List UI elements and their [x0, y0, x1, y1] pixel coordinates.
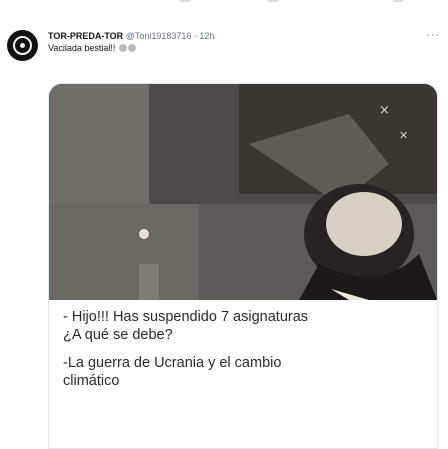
- tweet-text: Vacilada bestial!!: [48, 42, 136, 54]
- svg-text:×: ×: [379, 103, 390, 118]
- caption-line: -La guerra de Ucrania y el cambio: [63, 355, 282, 371]
- more-options-icon[interactable]: ···: [426, 29, 440, 41]
- caption-line: climático: [63, 373, 120, 389]
- media-image[interactable]: × ✕ - Hijo!!! Has suspendido 7 asignatur…: [48, 83, 438, 449]
- laughing-emoji-icon: [127, 44, 136, 52]
- caption-line: ¿A qué se debe?: [63, 327, 173, 343]
- author-handle[interactable]: @Toni19183716: [126, 31, 192, 41]
- avatar-logo-icon: [13, 36, 32, 55]
- cutoff-mark: [268, 0, 278, 2]
- tweet-header: TOR-PREDA-TOR @Toni19183716 · 12h: [48, 30, 424, 42]
- author-name[interactable]: TOR-PREDA-TOR: [48, 31, 123, 41]
- svg-text:✕: ✕: [399, 129, 408, 142]
- meme-photo: × ✕: [49, 84, 437, 300]
- tweet-body: Vacilada bestial!!: [48, 43, 116, 53]
- cutoff-mark: [393, 0, 403, 2]
- cutoff-mark: [180, 0, 190, 2]
- avatar[interactable]: [7, 30, 38, 61]
- laughing-emoji-icon: [118, 44, 127, 52]
- previous-tweet-cutoff: [0, 0, 448, 8]
- separator-dot: ·: [193, 31, 197, 41]
- tweet-timestamp[interactable]: 12h: [199, 31, 214, 41]
- caption-line: - Hijo!!! Has suspendido 7 asignaturas: [63, 309, 309, 325]
